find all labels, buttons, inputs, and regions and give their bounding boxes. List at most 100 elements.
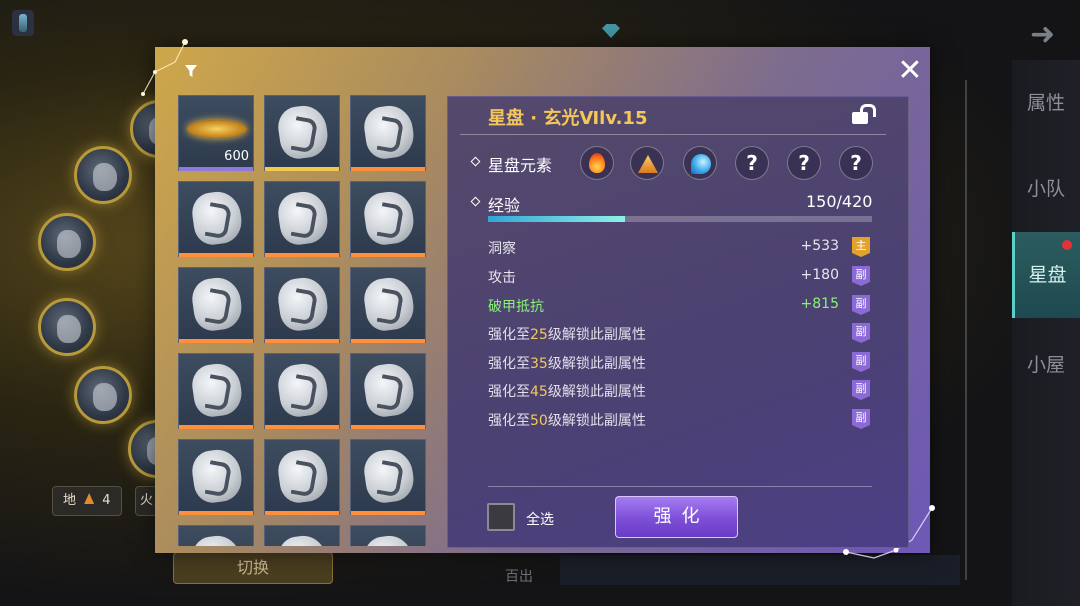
rarity-bar xyxy=(351,425,425,429)
rune-icon xyxy=(189,274,245,334)
inventory-slot-rune[interactable] xyxy=(178,181,254,257)
bg-chip-value: 4 xyxy=(102,493,111,508)
filter-icon[interactable] xyxy=(180,60,202,82)
inventory-slot-rune[interactable] xyxy=(350,95,426,171)
locked-substat-row: 强化至50级解锁此副属性 xyxy=(488,410,646,430)
inventory-slot-rune[interactable] xyxy=(264,525,340,546)
exp-value: 150/420 xyxy=(806,192,873,211)
rune-icon xyxy=(189,532,245,546)
divider xyxy=(460,134,886,135)
switch-button-label: 切换 xyxy=(236,558,269,577)
locked-substat-suffix: 级解锁此副属性 xyxy=(547,413,646,429)
side-tab-bar: 属性 小队 星盘 小屋 xyxy=(1012,60,1080,606)
item-quantity: 600 xyxy=(224,149,249,164)
inventory-slot-rune[interactable] xyxy=(350,439,426,515)
inventory-slot-rune[interactable] xyxy=(350,267,426,343)
locked-substat-suffix: 级解锁此副属性 xyxy=(547,384,646,400)
tab-star-chart[interactable]: 星盘 xyxy=(1012,232,1080,318)
exp-progress-fill xyxy=(488,216,626,222)
stat-label: 攻击 xyxy=(488,270,516,286)
main-stat-badge: 主 xyxy=(852,237,870,257)
inventory-slot-rune[interactable] xyxy=(350,353,426,429)
unlock-icon[interactable] xyxy=(852,104,876,124)
close-icon[interactable]: ✕ xyxy=(895,56,925,87)
unknown-element-icon: ? xyxy=(735,146,769,180)
inventory-slot-rune[interactable] xyxy=(264,267,340,343)
inventory-slot-rune[interactable] xyxy=(178,267,254,343)
bg-element-chip-2: 火 xyxy=(135,486,157,516)
bg-chip-label: 地 xyxy=(63,493,77,508)
menu-icon[interactable] xyxy=(12,10,34,36)
unknown-element-icon: ? xyxy=(787,146,821,180)
inventory-slot-rune[interactable] xyxy=(178,439,254,515)
locked-substat-row: 强化至35级解锁此副属性 xyxy=(488,353,646,373)
rarity-bar xyxy=(265,253,339,257)
locked-substat-prefix: 强化至 xyxy=(488,327,530,343)
rarity-bar xyxy=(351,339,425,343)
rarity-bar xyxy=(351,511,425,515)
inventory-slot-rune[interactable] xyxy=(264,181,340,257)
rarity-bar xyxy=(351,253,425,257)
rune-inventory-grid: 600 xyxy=(178,95,428,546)
select-all-checkbox[interactable] xyxy=(487,503,515,531)
bg-rune-slot xyxy=(38,213,96,271)
tab-label: 小队 xyxy=(1026,178,1065,200)
water-element-icon xyxy=(683,146,717,180)
inventory-slot-rune[interactable] xyxy=(178,525,254,546)
rune-icon xyxy=(275,188,331,248)
locked-substat-row: 强化至45级解锁此副属性 xyxy=(488,381,646,401)
inventory-slot-rune[interactable] xyxy=(350,525,426,546)
tab-team[interactable]: 小队 xyxy=(1012,146,1080,232)
inventory-slot-rune[interactable] xyxy=(350,181,426,257)
locked-substat-level: 50 xyxy=(530,413,548,429)
inventory-slot-material[interactable]: 600 xyxy=(178,95,254,171)
tab-label: 小屋 xyxy=(1026,354,1065,376)
bg-rune-slot xyxy=(74,146,132,204)
rune-icon xyxy=(361,102,417,162)
elements-label: 星盘元素 xyxy=(488,156,553,175)
stat-value: +533 xyxy=(800,238,839,254)
inventory-slot-rune[interactable] xyxy=(264,353,340,429)
bg-rune-slot xyxy=(38,298,96,356)
bg-bottom-panel xyxy=(560,555,960,585)
rune-icon xyxy=(275,532,331,546)
tab-attributes[interactable]: 属性 xyxy=(1012,60,1080,146)
rarity-bar xyxy=(265,425,339,429)
notification-dot xyxy=(1062,240,1072,250)
inventory-slot-rune[interactable] xyxy=(264,95,340,171)
rune-icon xyxy=(189,188,245,248)
tab-cabin[interactable]: 小屋 xyxy=(1012,322,1080,408)
gem-icon xyxy=(602,24,620,38)
inventory-slot-rune[interactable] xyxy=(264,439,340,515)
material-icon xyxy=(187,120,247,138)
stat-label: 破甲抵抗 xyxy=(488,299,544,315)
sub-stat-badge: 副 xyxy=(852,266,870,286)
enhance-button[interactable]: 强化 xyxy=(615,496,738,538)
stat-label: 洞察 xyxy=(488,241,516,257)
rarity-bar xyxy=(179,339,253,343)
enhance-button-label: 强化 xyxy=(653,506,710,527)
locked-substat-level: 25 xyxy=(530,327,548,343)
rarity-bar xyxy=(179,511,253,515)
exp-progress-bar xyxy=(488,216,872,222)
stat-value: +815 xyxy=(800,296,839,312)
inventory-slot-rune[interactable] xyxy=(178,353,254,429)
sub-stat-badge: 副 xyxy=(852,409,870,429)
divider xyxy=(488,486,872,487)
sub-stat-badge: 副 xyxy=(852,295,870,315)
rune-icon xyxy=(361,360,417,420)
switch-button[interactable]: 切换 xyxy=(173,552,333,584)
rarity-bar xyxy=(351,167,425,171)
sub-stat-badge: 副 xyxy=(852,380,870,400)
rarity-bar xyxy=(179,425,253,429)
bg-element-chip: 地 4 xyxy=(52,486,122,516)
locked-substat-prefix: 强化至 xyxy=(488,356,530,372)
earth-element-icon xyxy=(630,146,664,180)
rune-icon xyxy=(361,274,417,334)
tab-label: 属性 xyxy=(1026,92,1065,114)
select-all-label: 全选 xyxy=(526,512,554,528)
sub-stat-badge: 副 xyxy=(852,323,870,343)
earth-icon xyxy=(84,493,95,504)
divider xyxy=(965,80,967,580)
arrow-right-icon[interactable]: ➜ xyxy=(1030,20,1064,50)
